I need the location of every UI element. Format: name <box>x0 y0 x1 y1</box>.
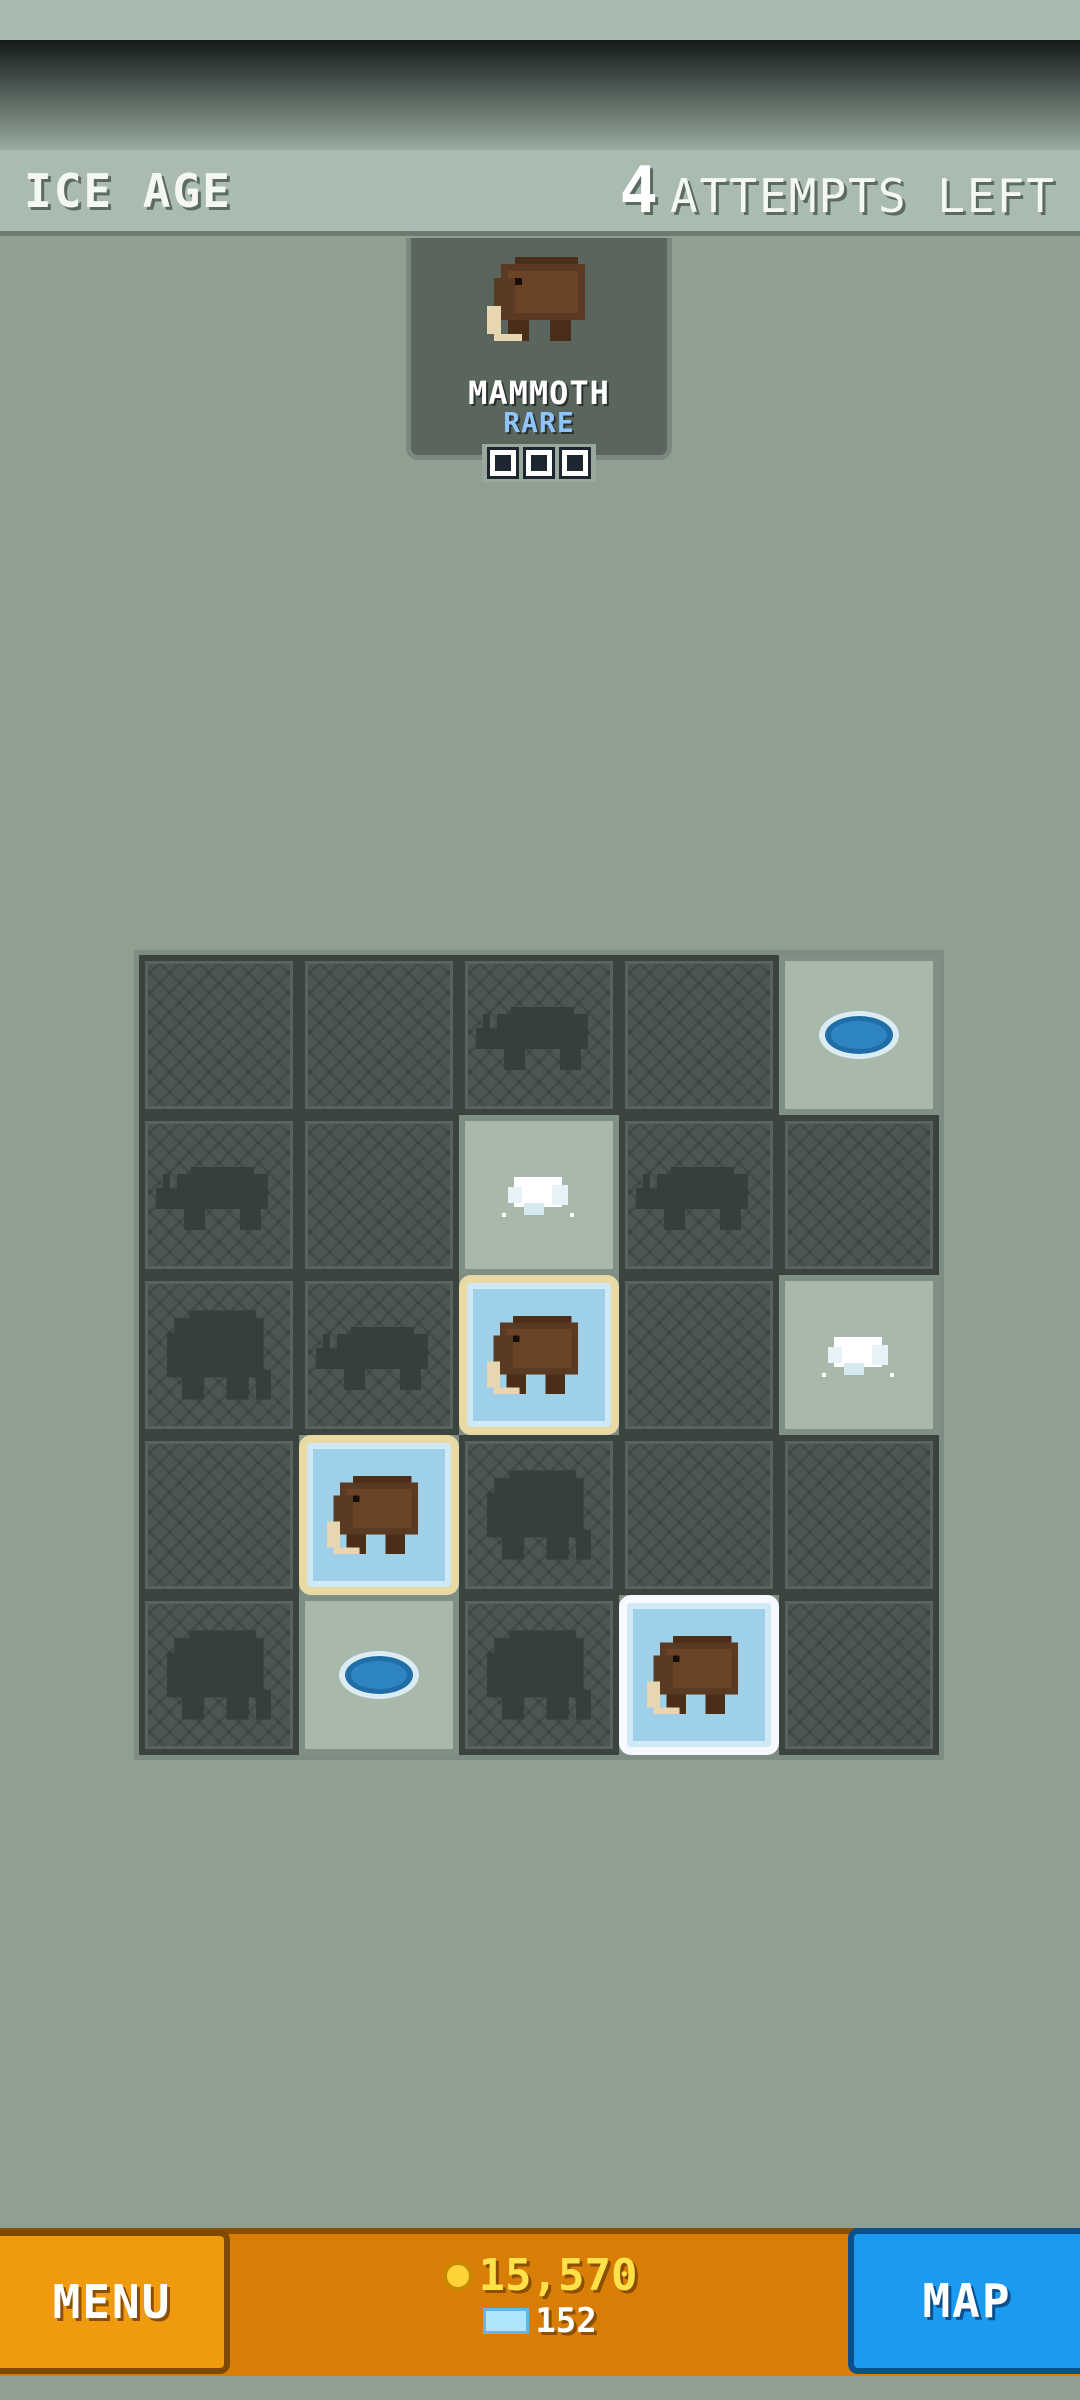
grid-tile[interactable] <box>459 1595 619 1755</box>
dig-grid <box>134 950 944 1760</box>
attempts-counter: 4 ATTEMPTS LEFT <box>619 154 1056 228</box>
grid-tile[interactable] <box>299 1275 459 1435</box>
grid-tile[interactable] <box>779 1115 939 1275</box>
grid-tile[interactable] <box>779 1595 939 1755</box>
grid-tile[interactable] <box>299 1595 459 1755</box>
ice-puddle-icon <box>339 1651 419 1699</box>
mammoth-icon <box>327 1469 431 1561</box>
grid-tile[interactable] <box>139 1115 299 1275</box>
target-card[interactable]: MAMMOTH RARE <box>406 238 672 460</box>
rhino-silhouette-icon <box>476 1000 602 1070</box>
coins-row: 15,570 <box>430 2250 650 2301</box>
mammoth-silhouette-icon <box>479 1623 599 1727</box>
coin-icon <box>442 2260 473 2291</box>
grid-tile[interactable] <box>619 1275 779 1435</box>
map-button[interactable]: MAP <box>848 2228 1080 2374</box>
grid-tile[interactable] <box>459 1435 619 1595</box>
progress-pip <box>562 450 588 476</box>
gem-icon <box>483 2308 530 2334</box>
grid-tile[interactable] <box>139 955 299 1115</box>
progress-pip <box>526 450 552 476</box>
mammoth-silhouette-icon <box>479 1463 599 1567</box>
gems-row: 152 <box>430 2301 650 2341</box>
ice-chunks-icon <box>502 1177 574 1217</box>
grid-tile[interactable] <box>139 1275 299 1435</box>
coin-count: 15,570 <box>478 2250 638 2301</box>
progress-pip <box>490 450 516 476</box>
menu-button[interactable]: MENU <box>0 2230 230 2374</box>
grid-tile[interactable] <box>779 1275 939 1435</box>
grid-tile[interactable] <box>619 1435 779 1595</box>
grid-tile-found[interactable] <box>459 1275 619 1435</box>
rhino-silhouette-icon <box>636 1160 762 1230</box>
mammoth-icon <box>647 1629 751 1721</box>
attempts-count: 4 <box>619 153 658 228</box>
grid-tile[interactable] <box>459 1115 619 1275</box>
mammoth-silhouette-icon <box>159 1303 279 1407</box>
ice-puddle-icon <box>819 1011 899 1059</box>
grid-tile[interactable] <box>779 955 939 1115</box>
currency-display: 15,570 152 <box>430 2250 650 2341</box>
grid-tile-found-selected[interactable] <box>619 1595 779 1755</box>
grid-tile[interactable] <box>459 955 619 1115</box>
grid-tile[interactable] <box>299 955 459 1115</box>
attempts-label: ATTEMPTS LEFT <box>669 168 1056 223</box>
mammoth-icon <box>487 1309 591 1401</box>
rhino-silhouette-icon <box>316 1320 442 1390</box>
top-shade <box>0 40 1080 160</box>
grid-tile[interactable] <box>619 955 779 1115</box>
gem-count: 152 <box>535 2301 597 2341</box>
ice-chunks-icon <box>822 1337 894 1377</box>
mammoth-icon <box>487 250 599 348</box>
level-title: ICE AGE <box>24 163 232 218</box>
grid-tile[interactable] <box>139 1595 299 1755</box>
target-rarity: RARE <box>503 406 575 439</box>
mammoth-silhouette-icon <box>159 1623 279 1727</box>
rhino-silhouette-icon <box>156 1160 282 1230</box>
progress-pips <box>482 444 596 482</box>
header-bar: ICE AGE 4 ATTEMPTS LEFT <box>0 150 1080 236</box>
status-bar-area <box>0 0 1080 40</box>
grid-tile[interactable] <box>779 1435 939 1595</box>
grid-tile[interactable] <box>139 1435 299 1595</box>
grid-tile-found[interactable] <box>299 1435 459 1595</box>
grid-tile[interactable] <box>619 1115 779 1275</box>
grid-tile[interactable] <box>299 1115 459 1275</box>
